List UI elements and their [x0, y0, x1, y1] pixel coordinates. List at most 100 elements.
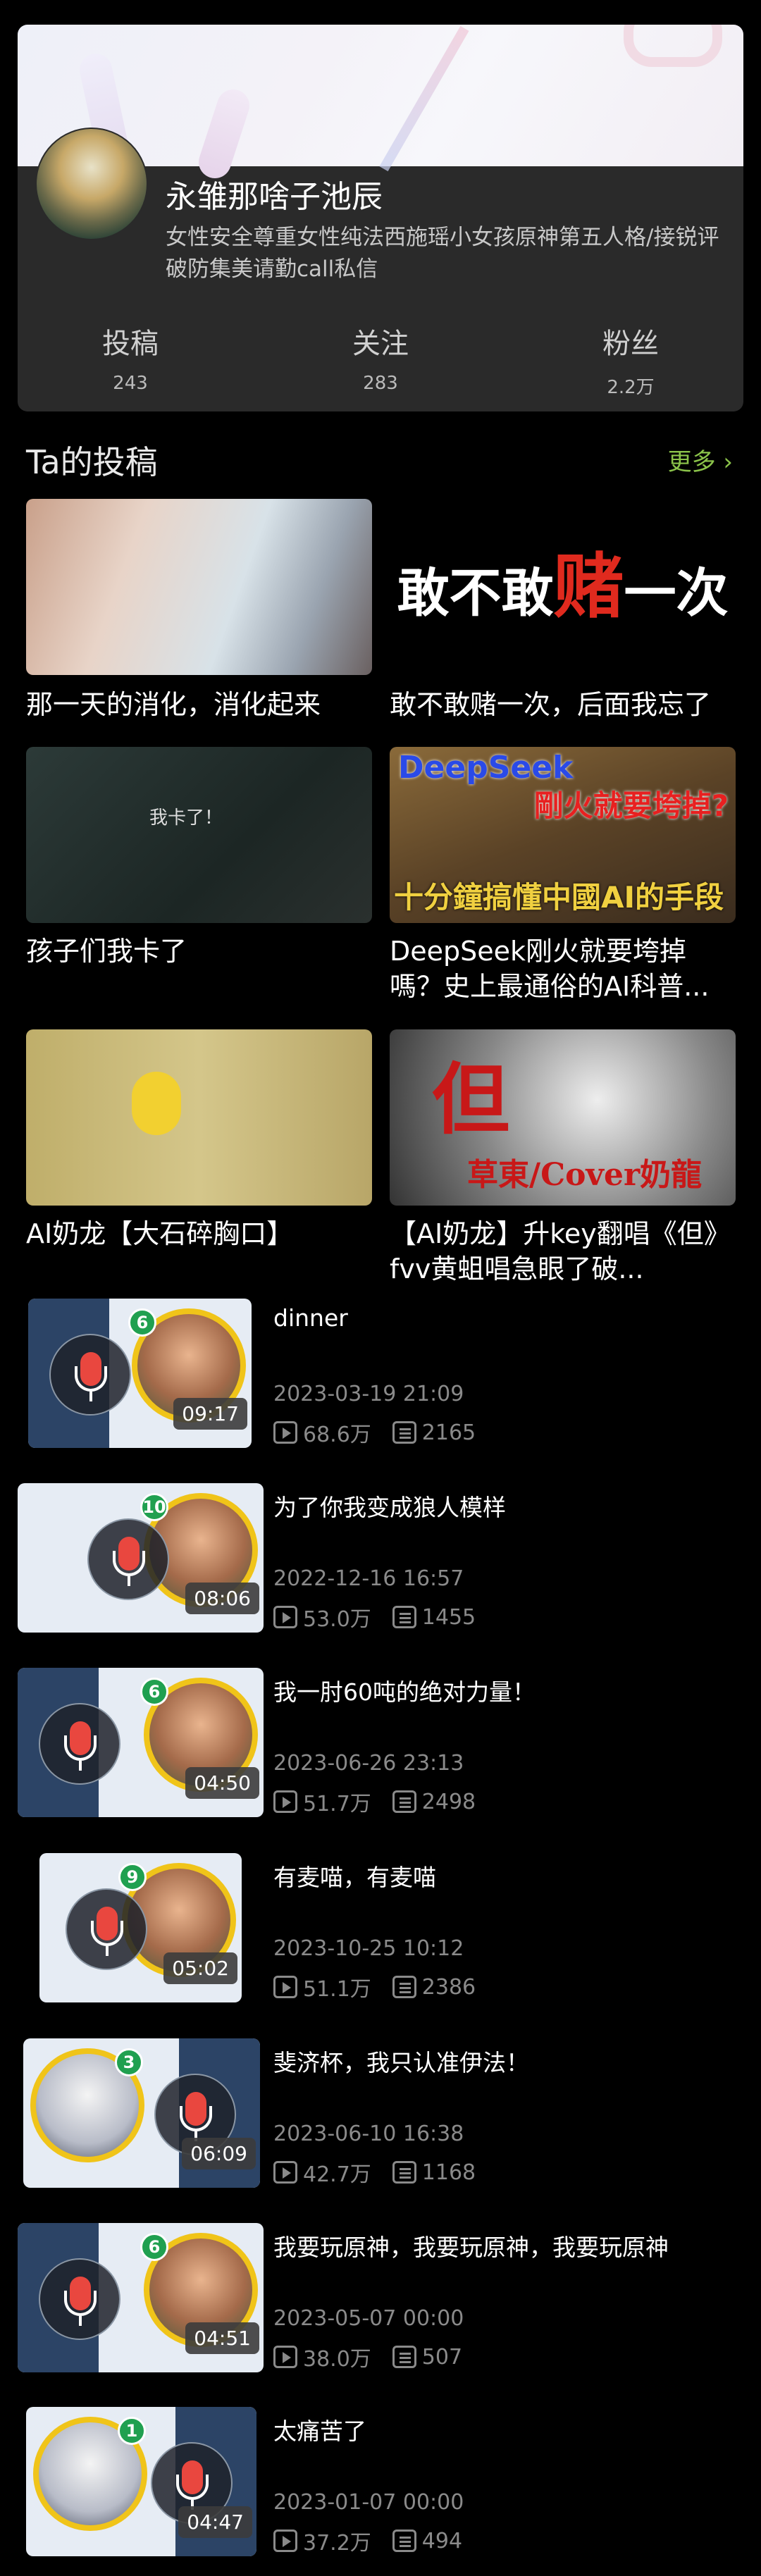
- profile-card: 永雏那啥子池辰 女性安全尊重女性纯法西施瑶小女孩原神第五人格/接锐评破防集美请勤…: [18, 25, 743, 411]
- view-count: 42.7万: [303, 2162, 371, 2187]
- danmaku-icon: [392, 1790, 416, 1813]
- grid-title-6[interactable]: 【AI奶龙】升key翻唱《但》fvv黄蛆唱急眼了破...: [390, 1216, 735, 1287]
- level-badge: 3: [115, 2048, 143, 2076]
- video-title[interactable]: 有麦喵，有麦喵: [273, 1859, 436, 1893]
- view-count: 51.7万: [303, 1792, 371, 1816]
- video-thumbnail[interactable]: 1 04:47: [26, 2407, 256, 2556]
- play-count-icon: [273, 2346, 297, 2368]
- avatar[interactable]: [35, 128, 148, 240]
- grid-thumb-2[interactable]: 敢不敢赌一次: [390, 499, 736, 675]
- mic-icon: [49, 1334, 131, 1416]
- video-thumbnail[interactable]: 6 04:50: [18, 1668, 264, 1817]
- play-count-icon: [273, 2161, 297, 2184]
- mic-icon: [87, 1518, 169, 1600]
- video-stats: 68.6万 2165: [273, 1417, 476, 1448]
- grid-title-1[interactable]: 那一天的消化，消化起来: [26, 687, 371, 722]
- grid-title-2[interactable]: 敢不敢赌一次，后面我忘了: [390, 687, 735, 722]
- mic-icon: [39, 2258, 120, 2340]
- video-stats: 53.0万 1455: [273, 1602, 476, 1633]
- danmaku-icon: [392, 2346, 416, 2368]
- level-badge: 6: [128, 1308, 156, 1337]
- video-thumbnail[interactable]: 9 05:02: [39, 1853, 242, 2002]
- danmaku-icon: [392, 1976, 416, 1998]
- danmaku-count: 507: [421, 2344, 463, 2370]
- view-count: 68.6万: [303, 1423, 371, 1447]
- stat-following[interactable]: 关注 283: [310, 321, 451, 394]
- view-count: 37.2万: [303, 2531, 371, 2556]
- video-thumbnail[interactable]: 6 04:51: [18, 2223, 264, 2372]
- grid-thumb-6[interactable]: 但 草東/Cover奶龍: [390, 1029, 736, 1206]
- duration-badge: 08:06: [185, 1583, 259, 1614]
- section-title: Ta的投稿: [26, 443, 158, 481]
- view-count: 53.0万: [303, 1607, 371, 1632]
- duration-badge: 06:09: [182, 2138, 256, 2169]
- video-thumbnail[interactable]: 10 08:06: [18, 1483, 264, 1633]
- mic-icon: [66, 1888, 147, 1970]
- stat-posts[interactable]: 投稿 243: [60, 321, 201, 394]
- duration-badge: 04:50: [185, 1767, 259, 1799]
- video-stats: 38.0万 507: [273, 2341, 462, 2372]
- danmaku-icon: [392, 2529, 416, 2552]
- list-item[interactable]: 10 08:06 为了你我变成狼人模样 2022-12-16 16:57 53.0…: [0, 1483, 761, 1633]
- play-count-icon: [273, 2529, 297, 2552]
- video-thumbnail[interactable]: 6 09:17: [28, 1299, 252, 1448]
- grid-title-5[interactable]: AI奶龙【大石碎胸口】: [26, 1216, 371, 1251]
- play-count-icon: [273, 1976, 297, 1998]
- grid-thumb-4[interactable]: DeepSeek 剛火就要垮掉? 十分鐘搞懂中國AI的手段: [390, 747, 736, 923]
- video-stats: 42.7万 1168: [273, 2157, 476, 2188]
- video-date: 2023-06-26 23:13: [273, 1751, 464, 1776]
- profile-bio: 女性安全尊重女性纯法西施瑶小女孩原神第五人格/接锐评破防集美请勤call私信: [166, 225, 719, 282]
- list-item[interactable]: 6 04:51 我要玩原神，我要玩原神，我要玩原神 2023-05-07 00:0…: [0, 2223, 761, 2372]
- video-title[interactable]: 我一肘60吨的绝对力量！: [273, 1673, 536, 1707]
- play-count-icon: [273, 1421, 297, 1444]
- profile-name: 永雏那啥子池辰: [166, 179, 383, 215]
- mic-icon: [39, 1703, 120, 1785]
- video-date: 2022-12-16 16:57: [273, 1566, 464, 1591]
- video-stats: 51.1万 2386: [273, 1971, 476, 2002]
- video-title[interactable]: 我要玩原神，我要玩原神，我要玩原神: [273, 2229, 669, 2262]
- video-date: 2023-03-19 21:09: [273, 1382, 464, 1406]
- danmaku-count: 1168: [421, 2160, 476, 2185]
- video-date: 2023-10-25 10:12: [273, 1936, 464, 1961]
- video-title[interactable]: dinner: [273, 1304, 348, 1332]
- danmaku-count: 2165: [421, 1420, 476, 1445]
- list-item[interactable]: 9 05:02 有麦喵，有麦喵 2023-10-25 10:12 51.1万 238…: [0, 1853, 761, 2002]
- level-badge: 6: [140, 2233, 168, 2261]
- grid-thumb-1[interactable]: [26, 499, 372, 675]
- grid-title-4[interactable]: DeepSeek刚火就要垮掉嗎？史上最通俗的AI科普...: [390, 934, 735, 1004]
- danmaku-icon: [392, 1606, 416, 1628]
- danmaku-count: 2386: [421, 1974, 476, 2000]
- level-badge: 1: [118, 2417, 146, 2445]
- level-badge: 9: [118, 1863, 147, 1891]
- more-link[interactable]: 更多 ›: [668, 442, 733, 477]
- view-count: 38.0万: [303, 2347, 371, 2372]
- video-title[interactable]: 太痛苦了: [273, 2413, 366, 2446]
- duration-badge: 04:47: [178, 2506, 252, 2538]
- video-stats: 51.7万 2498: [273, 1786, 476, 1817]
- list-item[interactable]: 6 09:17 dinner 2023-03-19 21:09 68.6万 2165: [0, 1299, 761, 1448]
- video-thumbnail[interactable]: 3 06:09: [23, 2038, 260, 2188]
- danmaku-count: 494: [421, 2528, 463, 2553]
- grid-title-3[interactable]: 孩子们我卡了: [26, 934, 371, 969]
- duration-badge: 05:02: [163, 1952, 237, 1984]
- level-badge: 10: [140, 1493, 168, 1521]
- danmaku-icon: [392, 2161, 416, 2184]
- list-item[interactable]: 6 04:50 我一肘60吨的绝对力量！ 2023-06-26 23:13 51.…: [0, 1668, 761, 1817]
- grid-thumb-5[interactable]: [26, 1029, 372, 1206]
- video-date: 2023-05-07 00:00: [273, 2306, 464, 2331]
- grid-thumb-3[interactable]: 我卡了！: [26, 747, 372, 923]
- list-item[interactable]: 1 04:47 太痛苦了 2023-01-07 00:00 37.2万 494: [0, 2407, 761, 2556]
- video-date: 2023-01-07 00:00: [273, 2490, 464, 2515]
- level-badge: 6: [140, 1678, 168, 1706]
- danmaku-count: 2498: [421, 1789, 476, 1814]
- video-title[interactable]: 为了你我变成狼人模样: [273, 1489, 506, 1523]
- video-stats: 37.2万 494: [273, 2525, 462, 2556]
- list-item[interactable]: 3 06:09 斐济杯，我只认准伊法！ 2023-06-10 16:38 42.7…: [0, 2038, 761, 2188]
- video-title[interactable]: 斐济杯，我只认准伊法！: [273, 2044, 529, 2078]
- play-count-icon: [273, 1790, 297, 1813]
- stat-followers[interactable]: 粉丝 2.2万: [560, 321, 701, 399]
- duration-badge: 09:17: [173, 1398, 247, 1430]
- duration-badge: 04:51: [185, 2322, 259, 2354]
- danmaku-icon: [392, 1421, 416, 1444]
- video-date: 2023-06-10 16:38: [273, 2122, 464, 2146]
